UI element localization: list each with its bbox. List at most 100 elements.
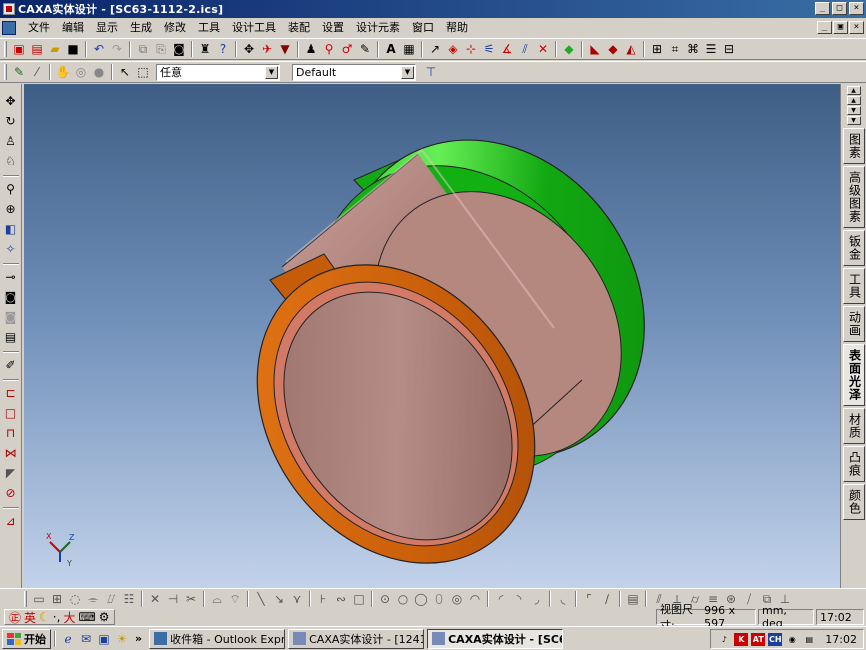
help-pointer-icon[interactable]: ? <box>214 40 232 58</box>
menu-settings[interactable]: 设置 <box>316 19 350 37</box>
sphere-icon[interactable]: ● <box>90 63 108 81</box>
angle-icon[interactable]: ∡ <box>498 40 516 58</box>
next-tab-icon[interactable]: ▼ <box>846 106 861 115</box>
extrude-icon[interactable]: ⊏ <box>2 384 20 402</box>
zoom-window-icon[interactable]: ⊕ <box>2 200 20 218</box>
menu-design-elements[interactable]: 设计元素 <box>350 19 406 37</box>
trim-icon[interactable]: ✕ <box>146 590 164 608</box>
menu-assembly[interactable]: 装配 <box>282 19 316 37</box>
delete-constraint-icon[interactable]: ✕ <box>534 40 552 58</box>
speaker-icon[interactable]: ♪ <box>717 633 731 646</box>
tab-sheet-metal[interactable]: 钣金 <box>842 230 865 266</box>
camera-icon[interactable]: ◙ <box>170 40 188 58</box>
menu-file[interactable]: 文件 <box>22 19 56 37</box>
doc-close-button[interactable]: × <box>849 21 864 34</box>
link-icon[interactable]: ⚲ <box>320 40 338 58</box>
quicklaunch-more[interactable]: » <box>135 632 142 645</box>
render-wire-icon[interactable]: ◭ <box>622 40 640 58</box>
redo-icon[interactable]: ↷ <box>108 40 126 58</box>
axis-icon[interactable]: ⊹ <box>462 40 480 58</box>
wrench-icon[interactable]: ♂ <box>338 40 356 58</box>
start-button[interactable]: 开始 <box>2 628 51 649</box>
fillet-icon[interactable]: ⌓ <box>208 590 226 608</box>
menu-modify[interactable]: 修改 <box>158 19 192 37</box>
no-symbol-icon[interactable]: ⊘ <box>2 484 20 502</box>
tab-primitives[interactable]: 图素 <box>842 128 865 164</box>
doc-minimize-button[interactable]: _ <box>817 21 832 34</box>
tab-surface-finish[interactable]: 表面光泽 <box>842 344 865 406</box>
tab-materials[interactable]: 材质 <box>842 408 865 444</box>
doc-restore-button[interactable]: ▣ <box>833 21 848 34</box>
explode-icon[interactable]: ⌗ <box>666 40 684 58</box>
circle-tan-icon[interactable]: ◎ <box>448 590 466 608</box>
polyline-icon[interactable]: ↘ <box>270 590 288 608</box>
circle-center-icon[interactable]: ⊙ <box>376 590 394 608</box>
arc-end-icon[interactable]: ◞ <box>528 590 546 608</box>
copy-paste-icon[interactable]: ♟ <box>302 40 320 58</box>
scissors-icon[interactable]: ✂ <box>182 590 200 608</box>
arc-center-icon[interactable]: ◜ <box>492 590 510 608</box>
moon-icon[interactable]: ☾ <box>39 610 50 624</box>
rotate-icon[interactable]: ↻ <box>2 112 20 130</box>
antivirus-icon[interactable]: K <box>734 632 749 646</box>
ime-full[interactable]: 大 <box>63 609 75 626</box>
interference-icon[interactable]: ⌘ <box>684 40 702 58</box>
maximize-button[interactable]: □ <box>832 2 847 15</box>
pencil-icon[interactable]: ✎ <box>10 63 28 81</box>
ime-mode[interactable]: 英 <box>24 609 36 626</box>
prev-tab-icon[interactable]: ▲ <box>846 96 861 105</box>
menu-edit[interactable]: 编辑 <box>56 19 90 37</box>
fit-all-icon[interactable]: ✧ <box>2 240 20 258</box>
tab-advanced-primitives[interactable]: 高级图素 <box>842 166 865 228</box>
design-viewport[interactable]: X Z Y <box>24 84 840 588</box>
table-icon[interactable]: ▤ <box>624 590 642 608</box>
circle-3pt-icon[interactable]: ◯ <box>412 590 430 608</box>
render-red-icon[interactable]: ◣ <box>586 40 604 58</box>
menu-window[interactable]: 窗口 <box>406 19 440 37</box>
section-icon[interactable]: ⊞ <box>648 40 666 58</box>
bitmap-icon[interactable]: ▦ <box>400 40 418 58</box>
paste-icon[interactable]: ⎘ <box>152 40 170 58</box>
camera-gray-icon[interactable]: ◙ <box>2 308 20 326</box>
arc-tan-icon[interactable]: ◝ <box>510 590 528 608</box>
menu-help[interactable]: 帮助 <box>440 19 474 37</box>
keyboard-icon[interactable]: ⌨ <box>78 610 95 624</box>
task-outlook[interactable]: 收件箱 - Outlook Express <box>149 628 286 649</box>
revolve-icon[interactable]: □ <box>2 404 20 422</box>
sweep-icon[interactable]: ⊓ <box>2 424 20 442</box>
ime-logo-icon[interactable]: ㊣ <box>9 609 21 626</box>
look-icon[interactable]: ♘ <box>2 152 20 170</box>
stack-icon[interactable]: ☷ <box>120 590 138 608</box>
dropdown-arrow-icon[interactable]: ▼ <box>265 65 278 79</box>
task-caxa-1[interactable]: CAXA实体设计 - [1241-... <box>288 628 425 649</box>
outlook-icon[interactable]: ✉ <box>77 630 95 648</box>
sun-icon[interactable]: ☀ <box>113 630 131 648</box>
last-tab-icon[interactable]: ▼ <box>846 116 861 125</box>
square-tool-icon[interactable]: □ <box>350 590 368 608</box>
punct-icon[interactable]: ·, <box>53 610 61 624</box>
ime-tray-icon[interactable]: ▤ <box>802 633 816 646</box>
hand-icon[interactable]: ✋ <box>54 63 72 81</box>
document-icon[interactable] <box>2 21 16 35</box>
tab-animation[interactable]: 动画 <box>842 306 865 342</box>
zoom-icon[interactable]: ⚲ <box>2 180 20 198</box>
pan-icon[interactable]: ✥ <box>2 92 20 110</box>
move-icon[interactable]: ✈ <box>258 40 276 58</box>
task-caxa-2[interactable]: CAXA实体设计 - [SC63-1... <box>427 628 564 649</box>
spline-icon[interactable]: ∾ <box>332 590 350 608</box>
walk-icon[interactable]: ♙ <box>2 132 20 150</box>
ime-tool-icon[interactable]: ⚙ <box>99 610 110 624</box>
sketch-pencil-icon[interactable]: ✐ <box>2 356 20 374</box>
measure-icon[interactable]: ✎ <box>356 40 374 58</box>
bom-icon[interactable]: ☰ <box>702 40 720 58</box>
save-icon[interactable]: ■ <box>64 40 82 58</box>
loft-icon[interactable]: ⋈ <box>2 444 20 462</box>
arc-3pt-icon[interactable]: ◠ <box>466 590 484 608</box>
box-select-icon[interactable]: ⬚ <box>134 63 152 81</box>
new-design-icon[interactable]: ▣ <box>10 40 28 58</box>
filter-combo[interactable]: 任意 ▼ <box>156 63 280 81</box>
menu-design-tools[interactable]: 设计工具 <box>226 19 282 37</box>
offset-icon[interactable]: ⌯ <box>84 590 102 608</box>
circle-2pt-icon[interactable]: ○ <box>394 590 412 608</box>
chamfer-icon[interactable]: ⌔ <box>226 590 244 608</box>
